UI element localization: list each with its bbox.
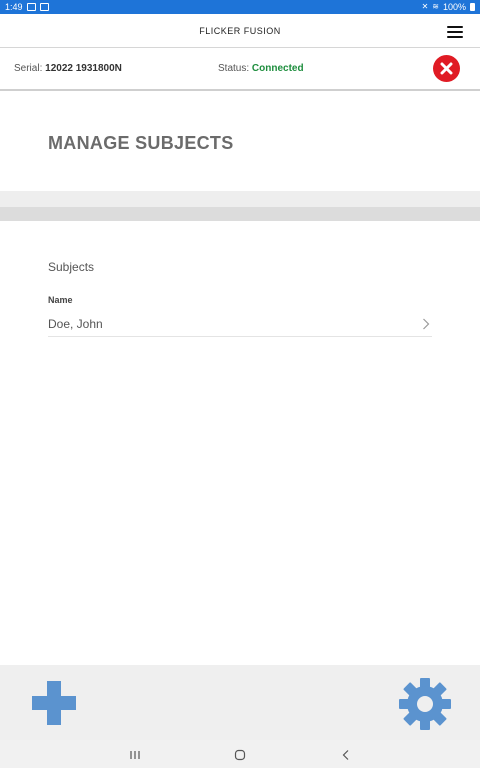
plus-icon (32, 681, 76, 725)
close-circle-icon (440, 62, 453, 75)
battery-level: 100% (442, 2, 466, 12)
bottom-toolbar (0, 665, 480, 740)
gallery-icon (39, 3, 49, 11)
status-bar: 1:49 ✕ ≋ 100% (0, 0, 480, 14)
serial-value: 12022 1931800N (45, 63, 122, 74)
subject-name: Doe, John (48, 316, 103, 331)
app-bar: FLICKER FUSION (0, 14, 480, 48)
chevron-right-icon (420, 318, 432, 330)
divider-band-dark (0, 207, 480, 221)
notification-icon (26, 3, 36, 11)
back-icon[interactable] (340, 748, 352, 760)
status-value: Connected (251, 63, 304, 74)
settings-button[interactable] (399, 678, 451, 730)
add-subject-button[interactable] (32, 681, 76, 725)
status-label: Status: (218, 63, 250, 74)
recents-icon[interactable] (129, 748, 141, 760)
page-header: MANAGE SUBJECTS (0, 93, 480, 191)
wifi-icon: ≋ (432, 2, 439, 11)
serial-info: Serial: 12022 1931800N (14, 63, 122, 74)
gear-icon (399, 678, 451, 730)
status-time: 1:49 (5, 2, 23, 12)
subject-row[interactable]: Doe, John (48, 311, 432, 337)
battery-icon (470, 3, 475, 11)
app-title: FLICKER FUSION (199, 25, 281, 36)
connection-status: Status: Connected (218, 63, 304, 74)
serial-label: Serial: (14, 63, 43, 74)
name-column-header: Name (48, 295, 73, 305)
subjects-section-label: Subjects (48, 260, 95, 274)
page-title: MANAGE SUBJECTS (48, 133, 234, 153)
disconnect-button[interactable] (433, 55, 460, 82)
status-bar-right: ✕ ≋ 100% (422, 2, 475, 12)
mute-icon: ✕ (421, 2, 429, 11)
divider-band-light (0, 191, 480, 207)
hamburger-menu-icon[interactable] (447, 26, 463, 38)
system-nav-bar (0, 740, 480, 768)
device-info-bar: Serial: 12022 1931800N Status: Connected (0, 48, 480, 91)
status-bar-left: 1:49 (5, 2, 49, 12)
home-icon[interactable] (234, 748, 246, 761)
